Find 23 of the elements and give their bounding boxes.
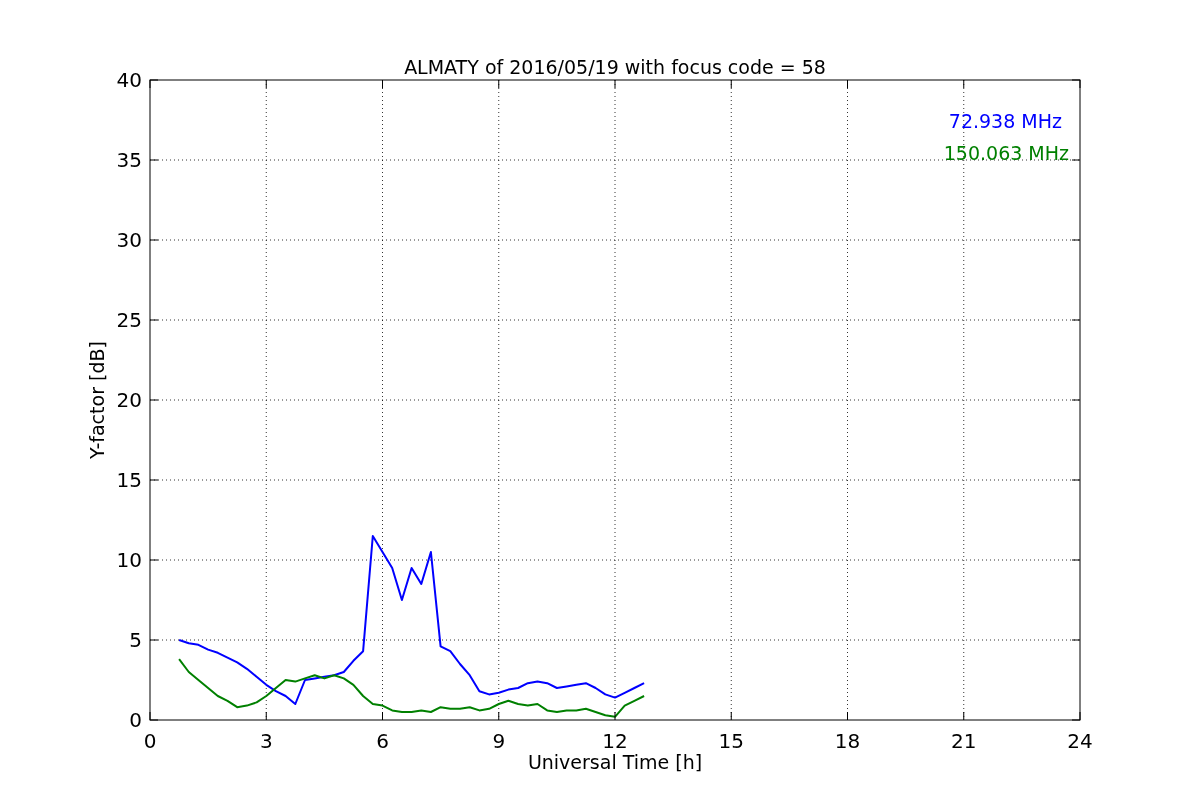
series-label: 72.938 MHz — [948, 110, 1062, 132]
tick-label: 40 — [116, 68, 142, 92]
tick-label: 18 — [834, 729, 861, 753]
tick-label: 10 — [116, 548, 142, 572]
tick-label: 35 — [116, 148, 142, 172]
tick-label: 0 — [129, 708, 142, 732]
series-label: 150.063 MHz — [943, 142, 1069, 164]
tick-label: 5 — [129, 628, 142, 652]
tick-label: 0 — [143, 729, 157, 753]
tick-label: 15 — [718, 729, 744, 753]
tick-label: 6 — [376, 729, 389, 753]
y-axis-label: Y-factor [dB] — [86, 341, 108, 459]
tick-label: 20 — [116, 388, 142, 412]
tick-label: 3 — [259, 729, 273, 753]
x-axis-label: Universal Time [h] — [527, 751, 703, 773]
tick-label: 30 — [116, 228, 142, 252]
tick-label: 21 — [951, 729, 977, 753]
tick-label: 24 — [1067, 729, 1093, 753]
tick-label: 12 — [602, 729, 628, 753]
tick-label: 25 — [116, 308, 142, 332]
tick-label: 15 — [116, 468, 142, 492]
chart-title: ALMATY of 2016/05/19 with focus code = 58 — [404, 56, 826, 78]
tick-label: 9 — [492, 729, 506, 753]
